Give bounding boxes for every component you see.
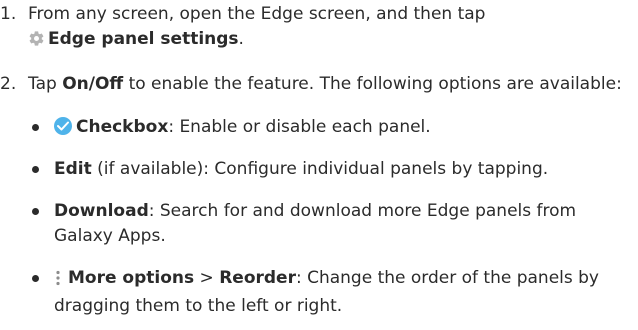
step-text: From any screen, open the Edge screen, a… (28, 4, 486, 24)
list-item: Checkbox: Enable or disable each panel. (0, 115, 638, 140)
gear-icon (28, 30, 45, 55)
bullet-dot (32, 166, 39, 173)
step-1: 1. From any screen, open the Edge screen… (0, 2, 638, 55)
step-2: 2. Tap On/Off to enable the feature. The… (0, 72, 638, 97)
bullet-dot (32, 275, 39, 282)
instructions: 1. From any screen, open the Edge screen… (0, 0, 638, 319)
edge-panel-settings-label: Edge panel settings (48, 29, 239, 49)
step-number: 1. (0, 4, 17, 24)
bullet-dot (32, 124, 39, 131)
checkbox-icon (54, 117, 72, 135)
list-item: Download: Search for and download more E… (0, 199, 638, 249)
list-item: More options > Reorder: Change the order… (0, 266, 638, 319)
bullet-dot (32, 208, 39, 215)
more-options-icon (56, 269, 62, 294)
options-list: Checkbox: Enable or disable each panel. … (0, 115, 638, 319)
list-item: Edit (if available): Configure individua… (0, 157, 638, 182)
step-number: 2. (0, 74, 17, 94)
on-off-label: On/Off (62, 74, 124, 94)
